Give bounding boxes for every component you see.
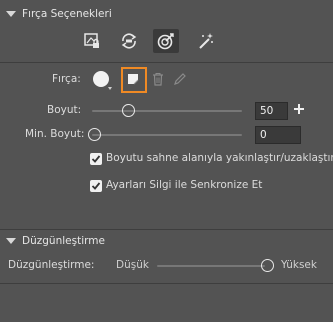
smoothing-header[interactable]: Düzgünleştirme xyxy=(6,233,105,249)
size-label: Boyut: xyxy=(47,104,82,116)
magic-brush-icon xyxy=(199,33,213,49)
brush-options-header[interactable]: Fırça Seçenekleri xyxy=(6,6,112,22)
custom-brush-icon xyxy=(128,74,139,85)
brush-shape-dropdown[interactable] xyxy=(92,70,112,90)
brush-options-title: Fırça Seçenekleri xyxy=(22,8,112,20)
smoothing-title: Düzgünleştirme xyxy=(22,235,105,247)
edit-brush-button[interactable] xyxy=(173,72,187,89)
size-slider-track[interactable] xyxy=(92,110,242,112)
min-size-label: Min. Boyut: xyxy=(25,128,85,140)
sync-with-eraser-label[interactable]: Ayarları Silgi ile Senkronize Et xyxy=(106,179,262,191)
separator xyxy=(0,62,333,63)
sync-brush-button[interactable] xyxy=(116,29,142,53)
collapse-triangle-icon[interactable] xyxy=(6,11,16,17)
checkmark-icon xyxy=(91,182,101,190)
magic-brush-button[interactable] xyxy=(193,29,219,53)
brush-label: Fırça: xyxy=(52,73,81,85)
lock-brush-icon xyxy=(84,33,99,48)
increase-size-button[interactable] xyxy=(293,103,305,118)
collapse-triangle-icon[interactable] xyxy=(6,238,16,244)
target-brush-icon xyxy=(157,33,174,50)
zoom-with-stage-label[interactable]: Boyutu sahne alanıyla yakınlaştır/uzakla… xyxy=(106,152,333,164)
zoom-with-stage-checkbox[interactable] xyxy=(90,153,102,165)
target-brush-button[interactable] xyxy=(153,29,179,53)
lock-brush-button[interactable] xyxy=(79,29,105,53)
plus-icon xyxy=(294,104,304,114)
separator xyxy=(0,283,333,284)
custom-brush-button[interactable] xyxy=(121,67,147,93)
sync-with-eraser-checkbox[interactable] xyxy=(90,180,102,192)
smoothing-high-label: Yüksek xyxy=(281,259,317,271)
smoothing-label: Düzgünleştirme: xyxy=(8,259,95,271)
delete-brush-button[interactable] xyxy=(152,72,164,89)
checkmark-icon xyxy=(91,155,101,163)
smoothing-slider-thumb[interactable] xyxy=(261,259,274,272)
min-size-slider-track[interactable] xyxy=(92,134,242,136)
size-input[interactable]: 50 xyxy=(255,102,288,120)
pencil-icon xyxy=(174,73,186,85)
separator xyxy=(0,229,333,230)
min-size-slider-thumb[interactable] xyxy=(88,128,101,141)
smoothing-low-label: Düşük xyxy=(116,259,149,271)
min-size-input[interactable]: 0 xyxy=(255,126,301,144)
sync-brush-icon xyxy=(121,33,137,49)
trash-icon xyxy=(153,73,163,86)
size-slider-thumb[interactable] xyxy=(122,104,135,117)
smoothing-slider-track[interactable] xyxy=(157,265,265,267)
